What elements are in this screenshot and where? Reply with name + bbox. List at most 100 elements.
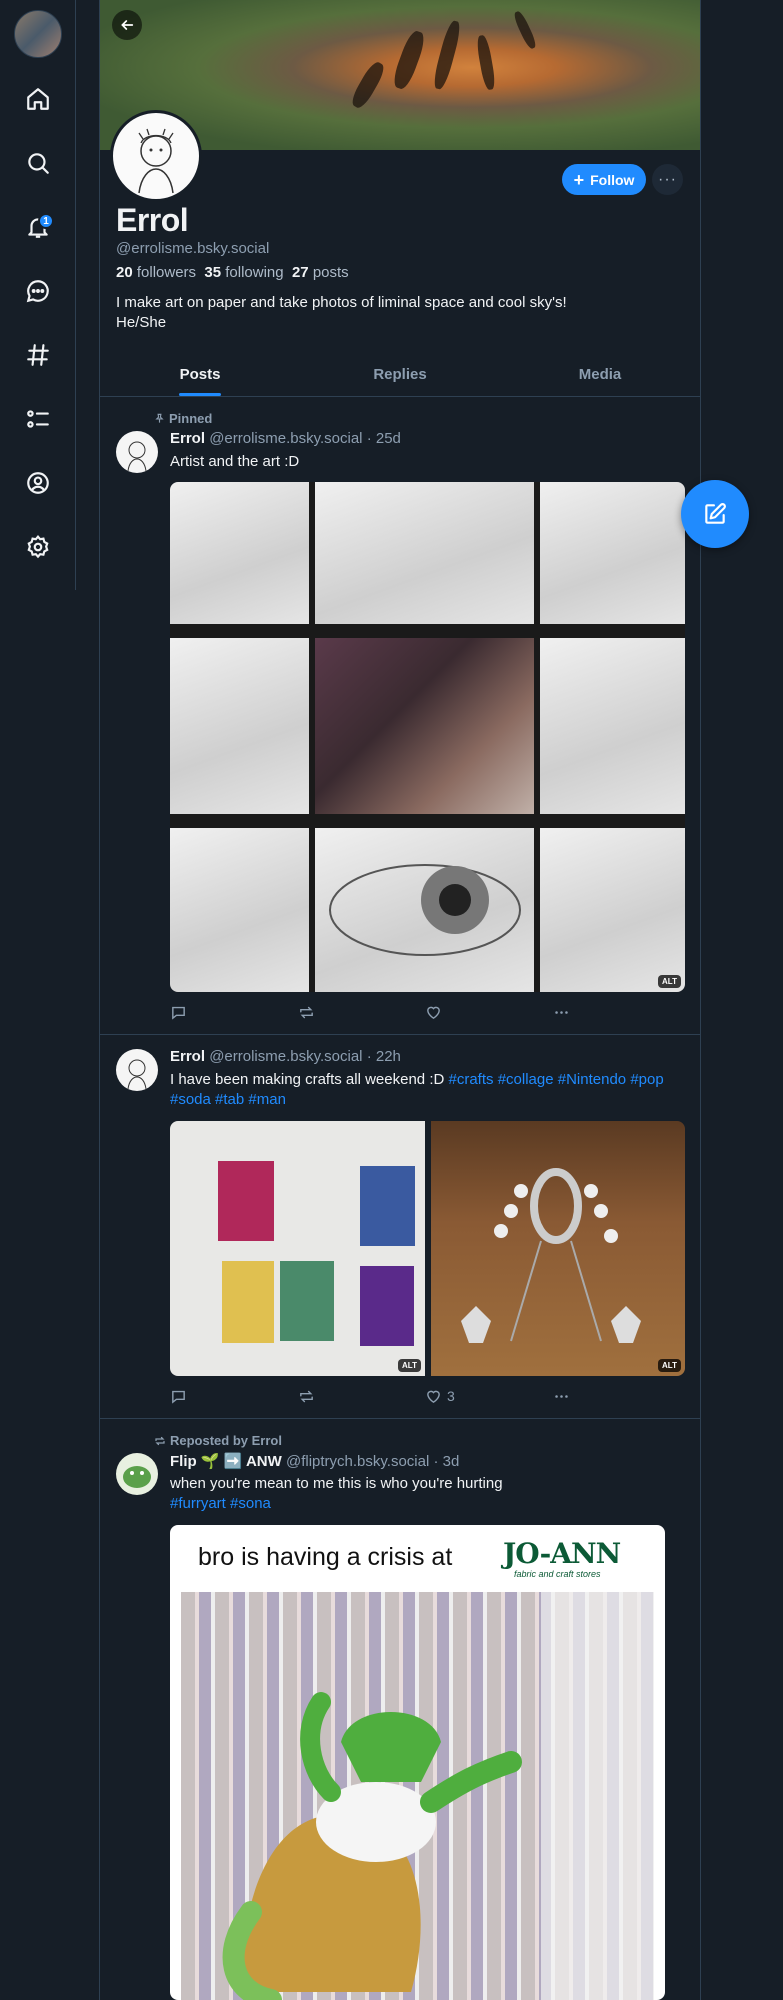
notifications-badge: 1 [38,213,54,229]
hashtag-link[interactable]: #collage [498,1071,554,1088]
reply-icon [172,1390,185,1404]
pin-icon [155,413,164,423]
plus-icon: + [573,169,585,190]
reply-button[interactable] [170,1004,298,1021]
post-author-avatar[interactable] [116,1049,158,1091]
post-item[interactable]: Pinned Errol @errolisme.bsky.social · 25… [100,397,700,1035]
feeds-hashtag-icon[interactable] [22,339,54,371]
meme-caption: bro is having a crisis at [198,1543,453,1571]
hashtag-link[interactable]: #soda [170,1091,211,1108]
repost-indicator[interactable]: Reposted by Errol [154,1433,282,1448]
compose-pencil-icon [705,503,726,524]
hashtag-link[interactable]: #pop [630,1071,663,1088]
hashtag-link[interactable]: #crafts [449,1071,494,1088]
post-actions: 3 [170,1386,680,1406]
follow-button[interactable]: + Follow [562,164,646,195]
joann-logo-text: JO-ANN [503,1537,621,1570]
notifications-icon[interactable]: 1 [22,211,54,243]
repost-icon [299,1006,313,1018]
author-handle[interactable]: @errolisme.bsky.social [209,430,362,447]
alt-badge[interactable]: ALT [398,1359,421,1372]
alt-badge[interactable]: ALT [658,1359,681,1372]
settings-gear-icon[interactable] [22,531,54,563]
gallery-image[interactable] [540,638,685,814]
gallery-image[interactable] [315,638,534,814]
post-author-avatar[interactable] [116,431,158,473]
gallery-image[interactable] [540,482,685,624]
pinned-indicator: Pinned [154,411,212,426]
post-more-button[interactable] [553,1004,681,1021]
repost-button[interactable] [298,1388,426,1405]
author-name[interactable]: Flip 🌱 ➡️ ANW [170,1453,282,1470]
profile-bio: I make art on paper and take photos of l… [116,294,567,331]
like-button[interactable]: 3 [425,1388,553,1405]
post-header: Errol @errolisme.bsky.social · 22h [170,1048,401,1065]
reply-button[interactable] [170,1388,298,1405]
lists-icon[interactable] [22,403,54,435]
post-time[interactable]: · 25d [367,430,401,447]
post-time[interactable]: · 3d [433,1453,459,1470]
reply-icon [172,1006,185,1020]
back-button[interactable] [112,10,142,40]
current-user-avatar[interactable] [14,10,62,58]
repost-icon [299,1390,313,1402]
gallery-image[interactable] [170,828,309,992]
home-icon[interactable] [22,83,54,115]
post-author-avatar[interactable] [116,1453,158,1495]
chat-icon[interactable] [22,275,54,307]
author-name[interactable]: Errol [170,1048,205,1065]
tab-posts[interactable]: Posts [100,353,300,396]
hashtag-link[interactable]: #man [248,1091,286,1108]
following-link[interactable]: 35 following [204,264,283,281]
post-item[interactable]: Reposted by Errol Flip 🌱 ➡️ ANW @fliptry… [100,1419,700,2000]
image-gallery[interactable]: ALT ALT [170,1121,685,1376]
meme-photo [181,1592,654,2000]
tab-replies[interactable]: Replies [300,353,500,396]
author-name[interactable]: Errol [170,430,205,447]
post-time[interactable]: · 22h [367,1048,401,1065]
profile-handle: @errolisme.bsky.social [116,240,270,257]
tab-media[interactable]: Media [500,353,700,396]
compose-post-button[interactable] [681,480,749,548]
hashtag-link[interactable]: #Nintendo [558,1071,626,1088]
hashtag-link[interactable]: #furryart [170,1495,226,1512]
post-item[interactable]: Errol @errolisme.bsky.social · 22h I hav… [100,1035,700,1419]
alt-badge[interactable]: ALT [658,975,681,988]
ellipsis-icon: ··· [658,170,677,188]
hashtag-link[interactable]: #sona [230,1495,271,1512]
author-handle[interactable]: @errolisme.bsky.social [209,1048,362,1065]
gallery-image[interactable] [315,828,534,992]
post-header: Flip 🌱 ➡️ ANW @fliptrych.bsky.social · 3… [170,1452,459,1470]
follow-label: Follow [590,171,635,188]
profile-tabs: Posts Replies Media [100,353,700,397]
hashtag-link[interactable]: #tab [215,1091,244,1108]
post-text: Artist and the art :D [170,453,300,470]
profile-avatar[interactable] [110,110,202,202]
ellipsis-icon [554,1010,568,1014]
gallery-image[interactable]: ALT [431,1121,685,1376]
profile-icon[interactable] [22,467,54,499]
post-text: when you're mean to me this is who you'r… [170,1475,503,1512]
display-name: Errol [116,202,189,238]
gallery-image[interactable] [170,638,309,814]
author-handle[interactable]: @fliptrych.bsky.social [286,1453,429,1470]
like-button[interactable] [425,1004,553,1021]
post-more-button[interactable] [553,1388,681,1405]
left-nav: 1 [0,0,76,590]
more-options-button[interactable]: ··· [652,164,683,195]
post-text: I have been making crafts all weekend :D… [170,1071,664,1108]
gallery-image[interactable] [315,482,534,624]
posts-count: 27 posts [291,264,349,281]
heart-icon [427,1006,440,1019]
gallery-image[interactable]: ALT [170,1121,425,1376]
search-icon[interactable] [22,147,54,179]
followers-link[interactable]: 20 followers [116,264,196,281]
like-count: 3 [447,1388,455,1404]
gallery-image[interactable] [170,482,309,624]
profile-column: + Follow ··· Errol @errolisme.bsky.socia… [99,0,701,2000]
post-header: Errol @errolisme.bsky.social · 25d [170,430,401,447]
image-gallery[interactable]: ALT [170,482,685,992]
gallery-image[interactable]: ALT [540,828,685,992]
repost-button[interactable] [298,1004,426,1021]
post-image[interactable]: bro is having a crisis at JO-ANN fabric … [170,1525,665,2000]
